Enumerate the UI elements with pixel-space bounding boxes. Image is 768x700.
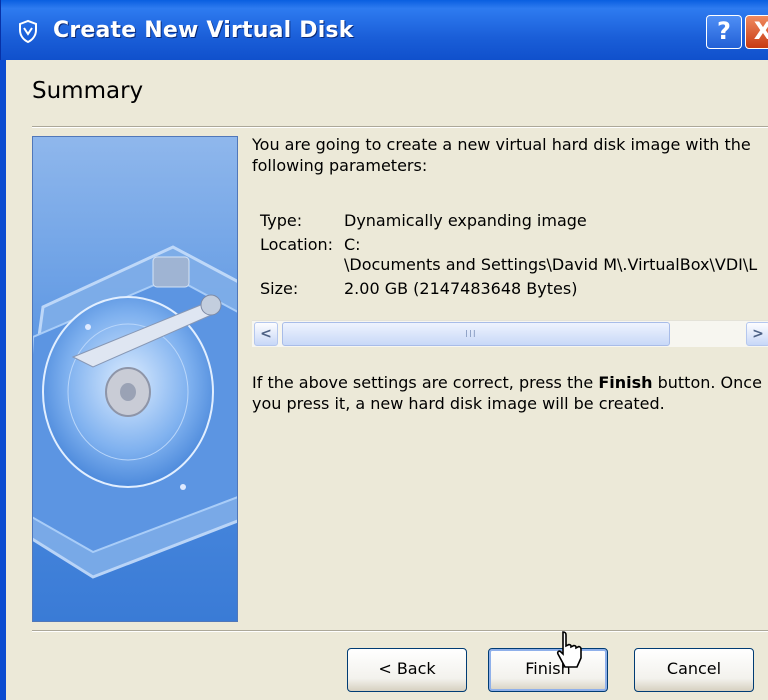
virtualbox-icon [19,19,37,44]
hard-disk-icon [33,245,237,579]
horizontal-scrollbar[interactable]: < III > [252,320,768,347]
param-value: 2.00 GB (2147483648 Bytes) [344,279,578,298]
cancel-button[interactable]: Cancel [634,648,754,692]
param-key: Location: [260,235,334,254]
chevron-right-icon: > [752,326,764,342]
summary-intro: You are going to create a new virtual ha… [252,135,751,175]
help-button[interactable]: ? [706,15,742,49]
close-button[interactable]: X [745,15,768,49]
hard-disk-illustration [32,136,238,622]
window-title: Create New Virtual Disk [53,18,354,43]
footer-divider [32,630,768,632]
grip-icon: III [465,329,477,340]
page-title: Summary [32,78,144,104]
finish-button[interactable]: Finish [488,648,608,692]
scroll-left-button[interactable]: < [254,322,278,346]
header-divider [32,126,768,128]
param-value: Dynamically expanding image [344,211,587,230]
param-value: C: [344,235,361,254]
scroll-thumb[interactable]: III [282,322,670,346]
mouse-cursor-icon [556,631,582,668]
scroll-right-button[interactable]: > [746,322,768,346]
summary-note: If the above settings are correct, press… [252,372,768,414]
param-value: \Documents and Settings\David M\.Virtual… [344,255,758,274]
note-text-before: If the above settings are correct, press… [252,373,599,392]
note-finish-bold: Finish [598,373,653,392]
back-button[interactable]: < Back [347,648,467,692]
dialog-body: Summary You are going to create a new vi… [0,60,768,700]
param-key: Type: [260,211,303,230]
param-key: Size: [260,279,299,298]
chevron-left-icon: < [260,326,272,342]
